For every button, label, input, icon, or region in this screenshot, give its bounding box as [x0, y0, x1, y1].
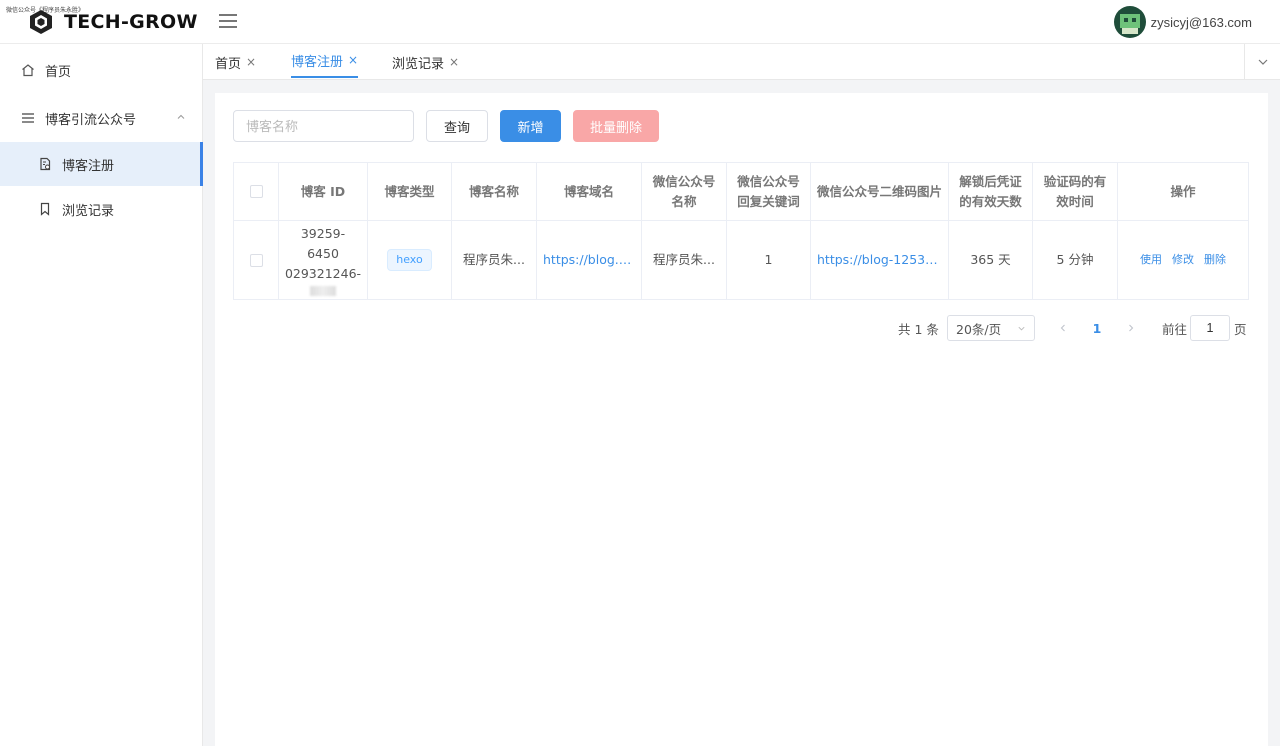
chevron-down-icon	[1258, 59, 1267, 65]
user-menu[interactable]: zysicyj@163.com	[1113, 6, 1252, 38]
blurred-text	[310, 286, 336, 296]
code-time-cell: 5 分钟	[1033, 221, 1118, 299]
qrcode-cell: https://blog-125365...	[811, 221, 949, 299]
sidebar-item-browse-history[interactable]: 浏览记录	[0, 187, 203, 231]
blog-id-cell: 39259-6450 029321246-	[279, 221, 368, 299]
blog-domain-cell: https://blog.z...	[537, 221, 642, 299]
code-time: 5 分钟	[1056, 252, 1094, 267]
wechat-name: 程序员朱...	[653, 252, 715, 267]
blog-table: 博客 ID 博客类型 博客名称 博客域名 微信公众号名称 微信公众号回复关键词 …	[233, 162, 1249, 300]
sidebar-item-label: 博客注册	[62, 158, 115, 174]
operations-cell: 使用 修改 删除	[1118, 221, 1248, 299]
goto-page-input[interactable]	[1190, 315, 1230, 341]
column-header: 博客类型	[368, 163, 452, 220]
blog-name: 程序员朱...	[463, 252, 525, 267]
table-row: 39259-6450 029321246- hexo 程序员朱... https…	[234, 221, 1248, 299]
valid-days-cell: 365 天	[949, 221, 1033, 299]
delete-link[interactable]: 删除	[1204, 250, 1226, 270]
close-icon[interactable]: ×	[348, 53, 358, 67]
chevron-up-icon	[177, 114, 185, 119]
blog-type-cell: hexo	[368, 221, 452, 299]
table-header: 博客 ID 博客类型 博客名称 博客域名 微信公众号名称 微信公众号回复关键词 …	[234, 163, 1248, 221]
sidebar: 首页 博客引流公众号 博客注册 浏览记录	[0, 44, 203, 746]
valid-days: 365 天	[970, 252, 1011, 267]
query-button[interactable]: 查询	[426, 110, 488, 142]
row-select-cell	[234, 221, 279, 299]
tab-blog-register[interactable]: 博客注册 ×	[291, 44, 359, 78]
page-size-select[interactable]: 20条/页	[947, 315, 1035, 341]
sidebar-item-blog-register[interactable]: 博客注册	[0, 142, 203, 186]
page-size-value: 20条/页	[956, 321, 1002, 337]
keyword: 1	[764, 252, 773, 267]
blog-name-cell: 程序员朱...	[452, 221, 537, 299]
goto-label: 前往	[1162, 321, 1188, 337]
collapse-menu-icon[interactable]	[219, 14, 237, 30]
next-page-button[interactable]	[1121, 315, 1141, 341]
avatar[interactable]	[1113, 6, 1146, 38]
prev-page-button[interactable]	[1053, 315, 1073, 341]
column-header: 博客域名	[537, 163, 642, 220]
brand-name: TECH-GROW	[64, 11, 198, 33]
select-all-checkbox[interactable]	[249, 185, 263, 198]
chevron-left-icon	[1060, 324, 1065, 332]
column-header: 微信公众号名称	[642, 163, 727, 220]
tab-browse-history[interactable]: 浏览记录 ×	[392, 44, 459, 80]
blog-id-line: 029321246-	[284, 266, 362, 281]
close-icon[interactable]: ×	[246, 55, 256, 69]
menu-icon	[21, 111, 35, 125]
blog-type-tag: hexo	[387, 249, 432, 271]
column-header: 微信公众号回复关键词	[727, 163, 811, 220]
blog-name-search-input[interactable]	[233, 110, 414, 142]
page-number[interactable]: 1	[1087, 315, 1107, 341]
sidebar-item-label: 博客引流公众号	[45, 112, 137, 128]
close-icon[interactable]: ×	[449, 55, 459, 69]
add-button[interactable]: 新增	[500, 110, 561, 142]
user-email: zysicyj@163.com	[1150, 14, 1252, 30]
column-header: 博客 ID	[279, 163, 368, 220]
column-header: 微信公众号二维码图片	[811, 163, 949, 220]
column-header: 验证码的有效时间	[1033, 163, 1118, 220]
column-header: 博客名称	[452, 163, 537, 220]
column-header: 解锁后凭证的有效天数	[949, 163, 1033, 220]
sidebar-item-label: 浏览记录	[62, 203, 115, 219]
tabs-dropdown[interactable]	[1244, 44, 1280, 80]
tab-home[interactable]: 首页 ×	[215, 44, 256, 80]
bookmark-icon	[38, 202, 52, 216]
edit-link[interactable]: 修改	[1172, 250, 1194, 270]
select-all-cell	[234, 163, 279, 220]
top-header: 微信公众号《程序员朱永胜》 TECH-GROW zysicyj@163.com	[0, 0, 1280, 44]
sidebar-item-label: 首页	[45, 64, 72, 80]
brand[interactable]: TECH-GROW	[28, 9, 198, 35]
tab-label: 首页	[215, 56, 242, 72]
chevron-down-icon	[1018, 326, 1025, 330]
document-icon	[38, 157, 52, 171]
home-icon	[21, 63, 35, 77]
cube-logo-icon	[30, 10, 52, 34]
tab-label: 博客注册	[291, 54, 344, 70]
row-checkbox[interactable]	[249, 253, 263, 267]
column-header: 操作	[1170, 183, 1196, 199]
sidebar-group-blog-wechat[interactable]: 博客引流公众号	[0, 96, 203, 140]
batch-delete-button[interactable]: 批量删除	[573, 110, 659, 142]
use-link[interactable]: 使用	[1140, 250, 1162, 270]
keyword-cell: 1	[727, 221, 811, 299]
wechat-name-cell: 程序员朱...	[642, 221, 727, 299]
sidebar-item-home[interactable]: 首页	[0, 48, 203, 92]
page-unit-label: 页	[1234, 321, 1247, 337]
tab-label: 浏览记录	[392, 56, 445, 72]
main-card: 查询 新增 批量删除 博客 ID 博客类型 博客名称 博客域名 微信公众号名称 …	[215, 93, 1268, 746]
chevron-right-icon	[1129, 324, 1134, 332]
qrcode-link[interactable]: https://blog-125365...	[817, 250, 942, 270]
blog-id-line: 39259-6450	[300, 226, 346, 261]
tabs-bar: 首页 × 博客注册 × 浏览记录 ×	[203, 44, 1280, 80]
pagination-total: 共 1 条	[898, 321, 939, 337]
blog-domain-link[interactable]: https://blog.z...	[543, 250, 635, 270]
